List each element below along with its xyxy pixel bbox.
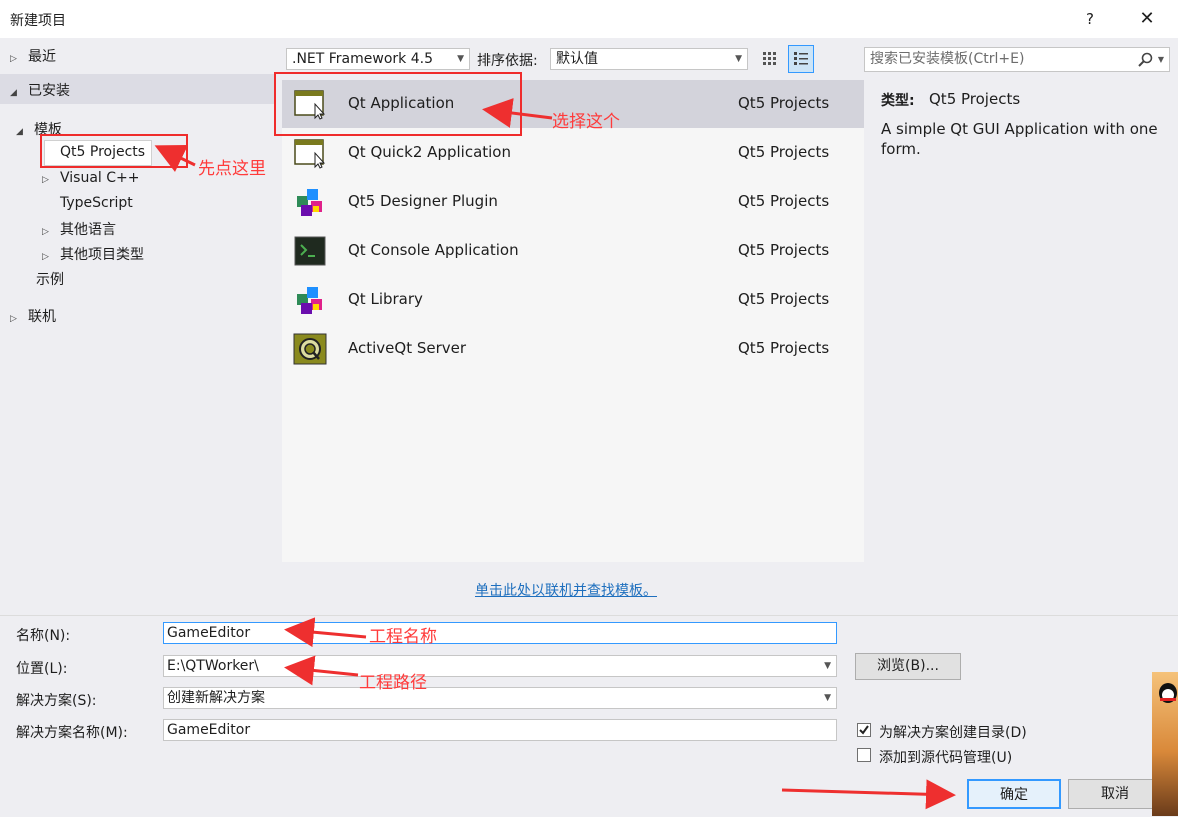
annotation-project-name: 工程名称 [369,627,437,647]
annotation-click-here: 先点这里 [198,159,266,179]
arrow-project-name [284,617,367,648]
arrow-click-here [154,144,196,172]
arrow-choose-this [482,98,553,128]
arrow-ok [781,779,956,810]
annotation-project-path: 工程路径 [359,673,427,693]
arrow-project-path [284,655,359,686]
annotation-choose-this: 选择这个 [552,112,620,132]
